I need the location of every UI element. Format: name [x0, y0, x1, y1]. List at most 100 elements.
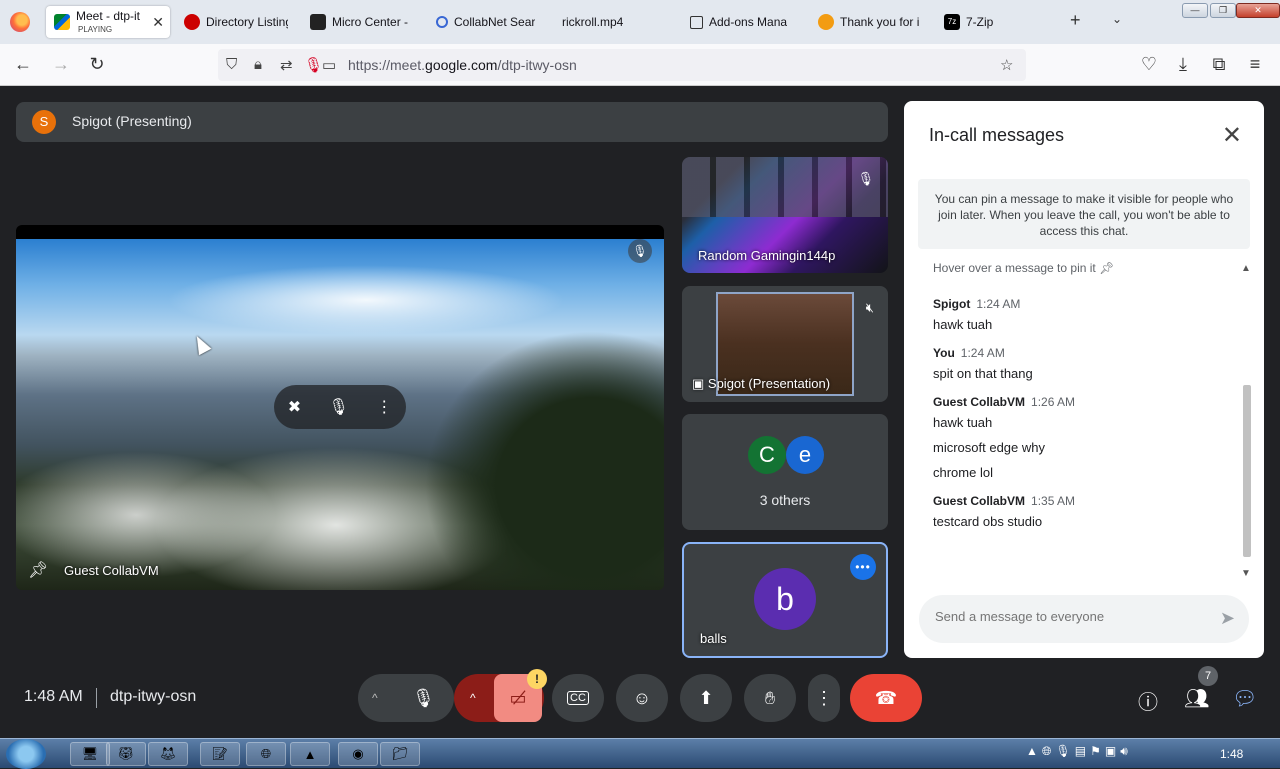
shield-icon[interactable]: ⛉ — [226, 56, 237, 73]
permissions-icon[interactable]: ⇄ — [280, 56, 293, 74]
camera-icon[interactable]: ▭ — [322, 56, 336, 74]
minimize-window-button[interactable]: — — [1182, 3, 1208, 18]
taskbar-app-icon[interactable]: ◉ — [338, 742, 378, 766]
download-icon[interactable]: ⤓ — [1172, 54, 1194, 75]
participant-name: Random Gamingin144p — [698, 248, 836, 263]
taskbar-clock[interactable]: 1:48 — [1220, 747, 1243, 761]
message-group[interactable]: You 1:24 AM spit on that thang — [933, 346, 1233, 381]
scrollbar-thumb[interactable] — [1243, 385, 1251, 557]
new-tab-icon[interactable]: + — [1070, 10, 1081, 31]
message-text: hawk tuah — [933, 317, 993, 332]
pocket-icon[interactable]: ♡ — [1138, 54, 1160, 75]
vlc-tray-icon[interactable]: ▲ — [1026, 744, 1038, 759]
chevron-down-icon[interactable]: ⌄ — [1112, 12, 1122, 26]
close-icon[interactable]: ✕ — [1222, 121, 1242, 150]
url-bar[interactable]: ⛉ 🔒︎ ⇄ 🎙︎ ▭ https://meet.google.com/dtp-… — [218, 49, 1026, 81]
others-tile[interactable]: C e 3 others — [682, 414, 888, 530]
more-vert-icon: ⋮ — [815, 687, 833, 708]
message-time: 1:24 AM — [976, 297, 1021, 311]
scroll-down-icon[interactable]: ▼ — [1241, 568, 1251, 579]
tab-label: Meet - dtp-it — [76, 9, 141, 23]
raise-hand-button[interactable]: ✋︎ — [744, 674, 796, 722]
bookmark-star-icon[interactable]: ☆ — [1000, 56, 1013, 74]
tab-label: CollabNet Sear — [454, 15, 536, 29]
pin-notice: You can pin a message to make it visible… — [918, 179, 1250, 249]
extensions-icon[interactable]: ⧉ — [1208, 54, 1230, 75]
chat-icon[interactable]: 💬︎ — [1232, 686, 1257, 711]
firefox-icon[interactable] — [10, 12, 30, 32]
tab-rickroll[interactable]: rickroll.mp4 — [554, 6, 674, 38]
network-tray-icon[interactable]: 🌐︎ — [1042, 744, 1052, 759]
message-group[interactable]: Guest CollabVM 1:26 AM hawk tuah microsof… — [933, 395, 1233, 480]
flag-tray-icon[interactable]: ⚑ — [1090, 744, 1101, 759]
tab-label: Thank you for i — [840, 15, 920, 29]
close-window-button[interactable]: ✕ — [1236, 3, 1280, 18]
video-frame-clouds — [166, 265, 566, 335]
send-icon[interactable]: ➤ — [1220, 608, 1235, 629]
taskbar-firefox-icon[interactable]: 🦊︎ — [148, 742, 188, 766]
scroll-up-icon[interactable]: ▲ — [1241, 263, 1251, 274]
message-time: 1:26 AM — [1031, 395, 1076, 409]
taskbar-vlc-icon[interactable]: ▲ — [290, 742, 330, 766]
mic-tray-icon[interactable]: 🎙︎ — [1056, 744, 1071, 759]
forward-arrow-icon[interactable]: → — [50, 54, 72, 75]
presentation-tile[interactable]: 🔇︎ ▣ Spigot (Presentation) — [682, 286, 888, 402]
tab-directory-listing[interactable]: Directory Listing — [176, 6, 296, 38]
url-text[interactable]: https://meet.google.com/dtp-itwy-osn — [348, 57, 577, 73]
tab-thank-you[interactable]: Thank you for i — [810, 6, 930, 38]
microphone-icon[interactable]: 🎙︎ — [412, 688, 435, 709]
tab-label: Directory Listing — [206, 15, 288, 29]
muted-mic-icon: 🎙︎ — [628, 239, 652, 263]
taskbar-app-icon[interactable]: 🌐︎ — [246, 742, 286, 766]
tab-7zip[interactable]: 7z 7-Zip — [936, 6, 1056, 38]
microphone-icon[interactable]: 🎙︎ — [304, 56, 323, 74]
tab-label: Micro Center - I — [332, 15, 410, 29]
vlc-icon — [818, 14, 834, 30]
back-arrow-icon[interactable]: ← — [12, 54, 34, 75]
video-options-chevron-icon[interactable]: ^ — [470, 691, 476, 705]
main-video-tile[interactable]: 🎙︎ 📌︎ Guest CollabVM ✖ 🎙︎ ⋮ — [16, 225, 664, 590]
start-button[interactable] — [6, 739, 46, 769]
leave-call-button[interactable]: ☎︎ — [850, 674, 922, 722]
captions-icon: CC — [567, 691, 589, 705]
audio-options-chevron-icon[interactable]: ^ — [372, 691, 378, 705]
network-status-icon[interactable]: ▣ — [1105, 744, 1116, 759]
restore-window-button[interactable]: ❐ — [1210, 3, 1236, 18]
captions-button[interactable]: CC — [552, 674, 604, 722]
taskbar-app-icon[interactable]: 🐯︎ — [106, 742, 146, 766]
hand-icon: ✋︎ — [764, 687, 776, 708]
mute-participant-icon[interactable]: 🎙︎ — [329, 397, 349, 417]
tab-micro-center[interactable]: Micro Center - I — [302, 6, 418, 38]
taskbar-app-icon[interactable]: 🖥︎ — [70, 742, 110, 766]
meeting-code: dtp-itwy-osn — [110, 688, 197, 705]
volume-icon[interactable]: 🔊︎ — [1120, 744, 1128, 759]
present-button[interactable]: ⬆︎ — [680, 674, 732, 722]
speaker-muted-icon: 🔇︎ — [865, 300, 874, 315]
menu-icon[interactable]: ≡ — [1244, 54, 1266, 75]
info-icon[interactable]: ⓘ — [1138, 686, 1158, 715]
video-frame — [682, 157, 888, 217]
more-options-icon[interactable]: ⋮ — [376, 397, 392, 417]
more-options-button[interactable]: ⋮ — [808, 674, 840, 722]
tab-collabnet[interactable]: CollabNet Sear — [428, 6, 548, 38]
taskbar-explorer-icon[interactable]: 📁︎ — [380, 742, 420, 766]
message-group[interactable]: Spigot 1:24 AM hawk tuah — [933, 297, 1233, 332]
more-options-icon[interactable]: ••• — [850, 554, 876, 580]
tab-close-icon[interactable]: ✕ — [152, 14, 164, 31]
reload-icon[interactable]: ↻ — [86, 54, 108, 75]
reactions-button[interactable]: ☺ — [616, 674, 668, 722]
tab-addons[interactable]: Add-ons Mana — [682, 6, 802, 38]
avatar: C — [748, 436, 786, 474]
self-tile[interactable]: b ••• balls — [682, 542, 888, 658]
taskbar-notepad-icon[interactable]: 📝︎ — [200, 742, 240, 766]
document-tray-icon[interactable]: ▤ — [1075, 744, 1086, 759]
tab-meet[interactable]: Meet - dtp-it PLAYING ✕ — [46, 6, 170, 38]
people-icon[interactable]: 👥︎ — [1184, 686, 1209, 711]
lock-icon[interactable]: 🔒︎ — [254, 56, 262, 73]
unpin-icon[interactable]: ✖ — [288, 397, 301, 417]
participant-tile[interactable]: 🎙︎ Random Gamingin144p — [682, 157, 888, 273]
message-input[interactable] — [935, 609, 1195, 624]
pin-icon[interactable]: 📌︎ — [28, 560, 48, 580]
scrollbar[interactable]: ▲ ▼ — [1240, 263, 1254, 579]
message-group[interactable]: Guest CollabVM 1:35 AM testcard obs studi… — [933, 494, 1233, 529]
